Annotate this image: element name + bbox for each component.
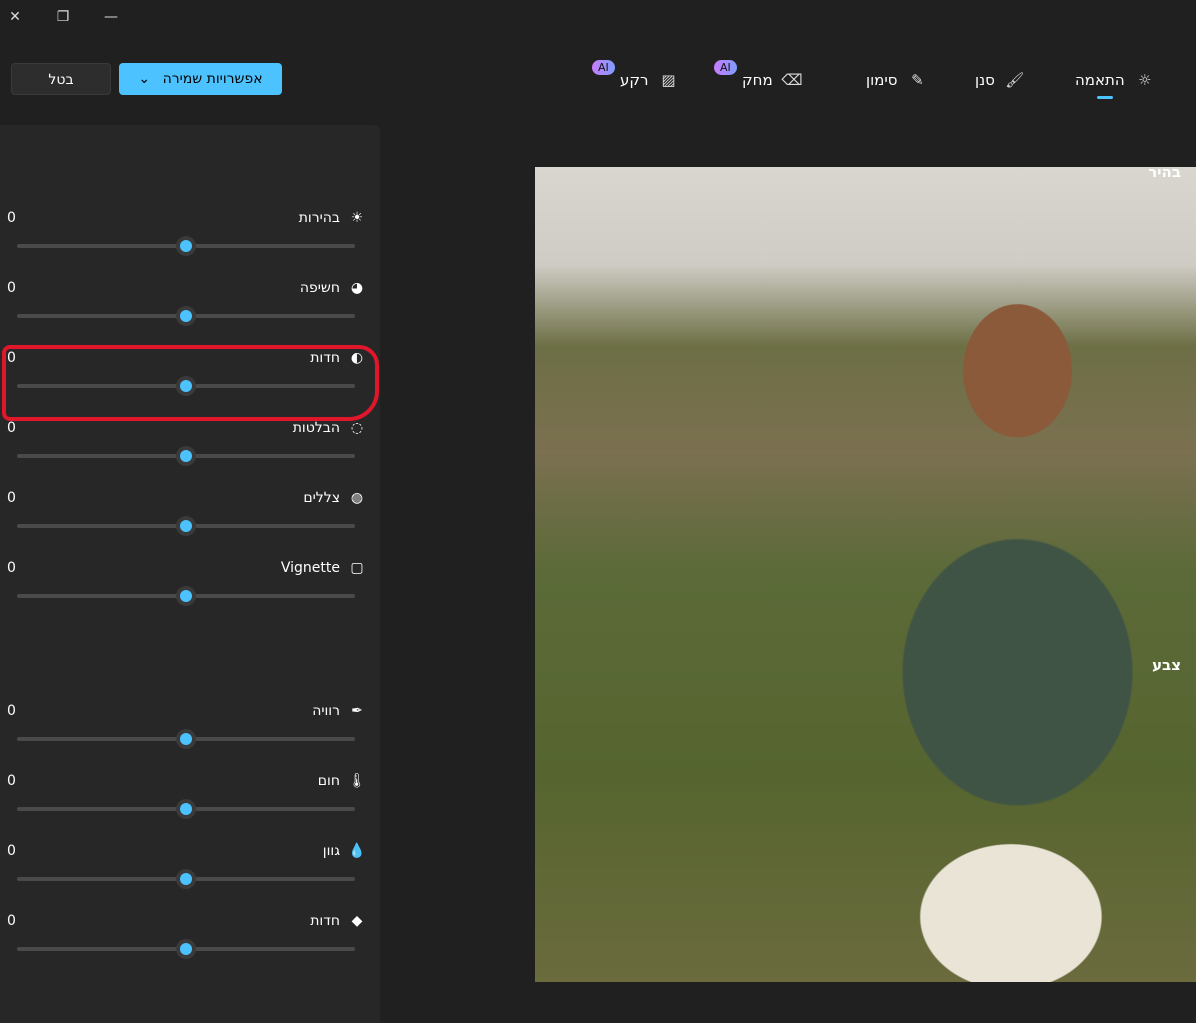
tab-label: התאמה — [1075, 71, 1125, 89]
light-heading: בהיר — [1148, 163, 1181, 181]
restore-button[interactable]: ❐ — [51, 6, 75, 28]
label-text: הבלטות — [292, 420, 340, 436]
save-options-button[interactable]: אפשרויות שמירה ⌄ — [119, 63, 282, 95]
tab-label: סימון — [866, 71, 898, 89]
label-text: צללים — [303, 490, 340, 506]
slider-value: 0 — [7, 560, 16, 576]
color-heading: צבע — [1152, 656, 1181, 674]
adjust-icon: ☀ — [350, 210, 364, 226]
slider-label: ◌ הבלטות — [293, 420, 366, 436]
slider-value: 0 — [7, 913, 16, 929]
slider-row-color-2: 💧 גוון 0 — [0, 843, 380, 893]
slider-value: 0 — [7, 490, 16, 506]
adjust-icon: ◐ — [350, 350, 364, 366]
active-tab-indicator — [1097, 96, 1113, 99]
slider-value: 0 — [7, 210, 16, 226]
close-button[interactable]: ✕ — [3, 6, 27, 28]
slider-row-light-5: ▢ Vignette 0 — [0, 560, 380, 610]
slider-track[interactable] — [17, 869, 355, 889]
label-text: Vignette — [280, 560, 340, 576]
label-text: בהירות — [298, 210, 340, 226]
slider-label: ◆ חדות — [310, 913, 366, 929]
ai-badge: AI — [714, 60, 737, 75]
slider-label: ✒ רוויה — [312, 703, 366, 719]
slider-label: ◐ חדות — [310, 350, 366, 366]
tab-2[interactable]: ✎ סימון — [866, 66, 927, 94]
slider-row-color-0: ✒ רוויה 0 — [0, 703, 380, 753]
tab-label: מחק — [742, 71, 773, 89]
label-text: חדות — [310, 913, 340, 929]
slider-thumb[interactable] — [176, 729, 196, 749]
slider-label: ▢ Vignette — [281, 560, 366, 576]
chevron-down-icon: ⌄ — [138, 71, 151, 87]
slider-track[interactable] — [17, 306, 355, 326]
slider-value: 0 — [7, 843, 16, 859]
slider-thumb[interactable] — [176, 939, 196, 959]
slider-thumb[interactable] — [176, 306, 196, 326]
tab-icon: ▨ — [661, 71, 676, 89]
minimize-button[interactable]: — — [99, 6, 123, 28]
slider-row-light-3: ◌ הבלטות 0 — [0, 420, 380, 470]
slider-row-color-1: 🌡 חום 0 — [0, 773, 380, 823]
slider-value: 0 — [7, 280, 16, 296]
ai-badge: AI — [592, 60, 615, 75]
slider-thumb[interactable] — [176, 446, 196, 466]
tab-icon: ⌫ — [781, 71, 803, 89]
tab-0[interactable]: ☼ התאמה — [1075, 66, 1155, 94]
adjust-icon: ◕ — [350, 280, 364, 296]
tab-label: רקע — [620, 71, 649, 89]
slider-label: ◕ חשיפה — [300, 280, 366, 296]
tab-icon: ☼ — [1137, 71, 1152, 89]
adjust-icon: ▢ — [350, 560, 364, 576]
slider-label: 🌡 חום — [318, 773, 366, 789]
slider-thumb[interactable] — [176, 799, 196, 819]
slider-track[interactable] — [17, 236, 355, 256]
tab-1[interactable]: 🖌 סנן — [975, 66, 1025, 94]
slider-thumb[interactable] — [176, 236, 196, 256]
slider-value: 0 — [7, 703, 16, 719]
cancel-button[interactable]: בטל — [11, 63, 111, 95]
slider-thumb[interactable] — [176, 586, 196, 606]
tab-4[interactable]: ▨ רקע AI — [592, 60, 679, 94]
slider-track[interactable] — [17, 939, 355, 959]
label-text: חשיפה — [299, 280, 340, 296]
slider-label: ☀ בהירות — [299, 210, 366, 226]
slider-thumb[interactable] — [176, 376, 196, 396]
photo-canvas — [535, 167, 1196, 982]
tab-icon: ✎ — [911, 71, 924, 89]
tab-3[interactable]: ⌫ מחק AI — [714, 60, 803, 94]
slider-track[interactable] — [17, 799, 355, 819]
slider-label: ◍ צללים — [303, 490, 366, 506]
slider-row-light-4: ◍ צללים 0 — [0, 490, 380, 540]
adjust-icon: ✒ — [351, 703, 363, 719]
adjust-icon: ◆ — [351, 913, 363, 929]
slider-track[interactable] — [17, 729, 355, 749]
tab-icon: 🖌 — [1005, 71, 1025, 89]
label-text: חום — [317, 773, 340, 789]
slider-track[interactable] — [17, 376, 355, 396]
label-text: גוון — [322, 843, 340, 859]
slider-label: 💧 גוון — [323, 843, 366, 859]
slider-value: 0 — [7, 420, 16, 436]
label-text: חדות — [310, 350, 340, 366]
adjust-icon: ◌ — [350, 420, 364, 436]
slider-track[interactable] — [17, 516, 355, 536]
slider-row-light-0: ☀ בהירות 0 — [0, 210, 380, 260]
slider-value: 0 — [7, 773, 16, 789]
adjust-icon: 🌡 — [348, 773, 366, 789]
slider-row-light-2: ◐ חדות 0 — [0, 350, 380, 400]
slider-thumb[interactable] — [176, 869, 196, 889]
tab-label: סנן — [975, 71, 995, 89]
slider-track[interactable] — [17, 586, 355, 606]
adjust-icon: ◍ — [350, 490, 364, 506]
slider-row-light-1: ◕ חשיפה 0 — [0, 280, 380, 330]
slider-thumb[interactable] — [176, 516, 196, 536]
slider-track[interactable] — [17, 446, 355, 466]
slider-row-color-3: ◆ חדות 0 — [0, 913, 380, 963]
label-text: רוויה — [312, 703, 340, 719]
slider-value: 0 — [7, 350, 16, 366]
adjust-icon: 💧 — [348, 843, 366, 859]
save-options-label: אפשרויות שמירה — [162, 71, 263, 87]
